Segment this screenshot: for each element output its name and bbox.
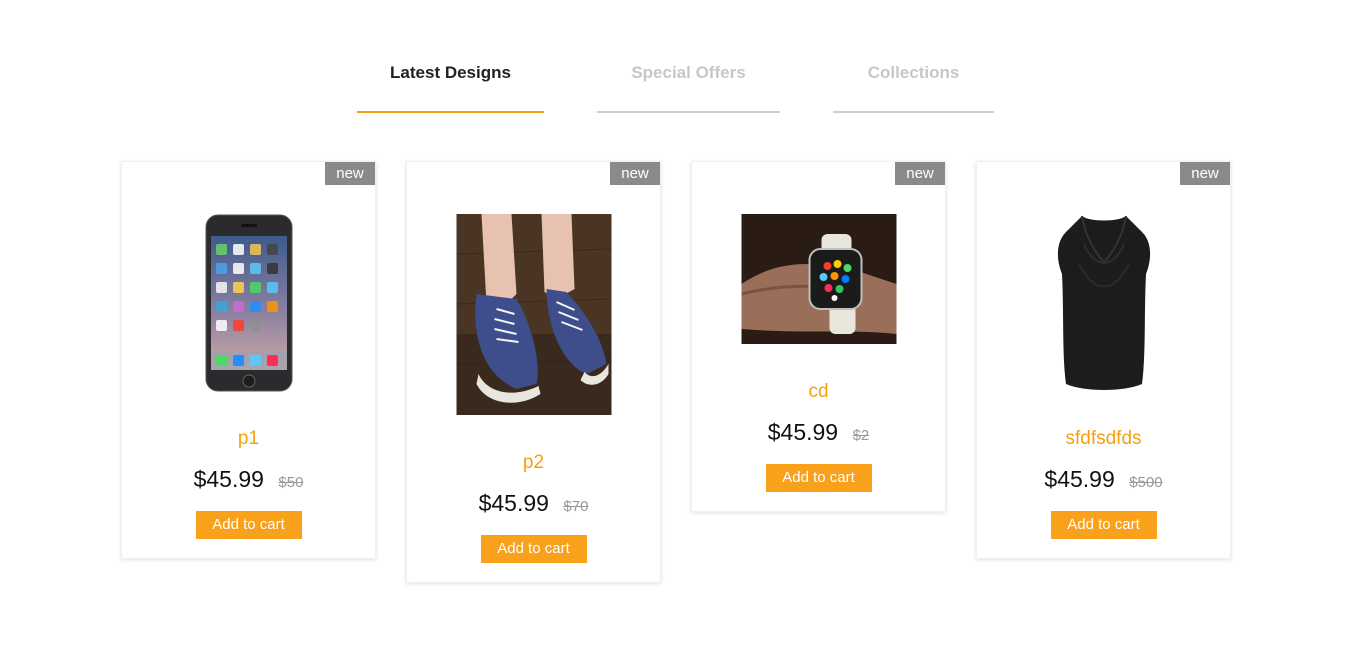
tab-underline	[833, 111, 994, 113]
tab-underline	[357, 111, 544, 113]
add-to-cart-button[interactable]: Add to cart	[195, 511, 302, 539]
price-row: $45.99 $70	[407, 490, 660, 517]
tab-special-offers[interactable]: Special Offers	[597, 58, 780, 113]
current-price: $45.99	[1044, 466, 1115, 492]
product-card: new p2 $45.99 $70 Add to cart	[406, 161, 661, 583]
tab-collections[interactable]: Collections	[833, 58, 994, 113]
product-name[interactable]: sfdfsdfds	[977, 428, 1230, 450]
old-price: $70	[563, 498, 589, 515]
product-name[interactable]: cd	[692, 381, 945, 403]
tab-label: Latest Designs	[390, 63, 511, 82]
price-row: $45.99 $2	[692, 419, 945, 446]
old-price: $500	[1129, 474, 1163, 491]
new-badge: new	[1180, 162, 1230, 185]
product-name[interactable]: p2	[407, 452, 660, 474]
product-tabs: Latest Designs Special Offers Collection…	[0, 0, 1346, 120]
smartphone-image[interactable]	[205, 214, 293, 392]
add-to-cart-button[interactable]: Add to cart	[765, 464, 872, 492]
black-top-image[interactable]	[1054, 214, 1154, 392]
add-to-cart-button[interactable]: Add to cart	[1050, 511, 1157, 539]
price-row: $45.99 $500	[977, 466, 1230, 493]
new-badge: new	[325, 162, 375, 185]
sneakers-image[interactable]	[456, 214, 611, 415]
tab-latest-designs[interactable]: Latest Designs	[357, 58, 544, 113]
smartwatch-image[interactable]	[741, 214, 896, 344]
new-badge: new	[895, 162, 945, 185]
add-to-cart-button[interactable]: Add to cart	[480, 535, 587, 563]
tab-underline	[597, 111, 780, 113]
product-card: new sfdfsdfds $45.99 $500 Add to cart	[976, 161, 1231, 559]
tab-label: Collections	[867, 63, 960, 82]
current-price: $45.99	[767, 419, 839, 445]
product-name[interactable]: p1	[122, 428, 375, 450]
tab-label: Special Offers	[631, 63, 746, 82]
current-price: $45.99	[193, 466, 264, 492]
new-badge: new	[610, 162, 660, 185]
old-price: $2	[852, 427, 870, 444]
product-card: new cd $45.99 $2 Add to cart	[691, 161, 946, 512]
price-row: $45.99 $50	[122, 466, 375, 493]
current-price: $45.99	[478, 490, 549, 516]
old-price: $50	[278, 474, 304, 491]
product-card: new p1 $45.99 $50 Add to cart	[121, 161, 376, 559]
